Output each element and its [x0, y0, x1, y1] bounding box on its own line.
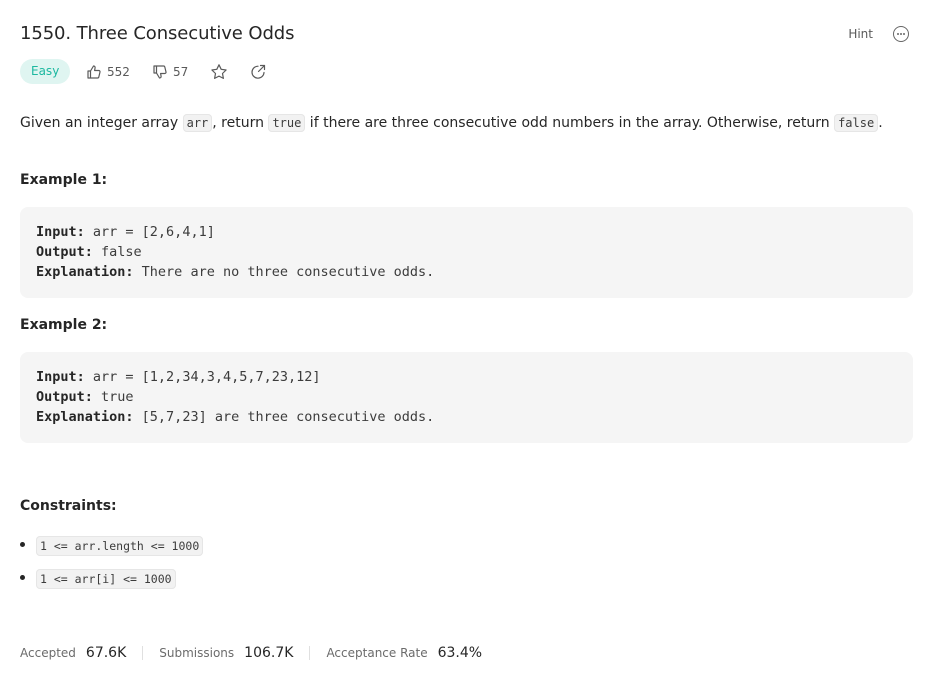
hint-button[interactable]: Hint: [848, 26, 873, 42]
share-icon[interactable]: [249, 63, 267, 81]
acceptance-rate-value: 63.4%: [437, 645, 483, 661]
inline-code: false: [834, 114, 879, 132]
accepted-stat: Accepted 67.6K: [20, 645, 126, 661]
list-item: 1 <= arr.length <= 1000: [20, 535, 204, 556]
output-value: true: [92, 389, 134, 405]
acceptance-rate-stat: Acceptance Rate 63.4%: [326, 645, 482, 661]
input-label: Input:: [36, 224, 85, 240]
explanation-value: [5,7,23] are three consecutive odds.: [133, 409, 435, 425]
explanation-value: There are no three consecutive odds.: [133, 264, 435, 280]
explanation-label: Explanation:: [36, 409, 134, 425]
output-label: Output:: [36, 244, 93, 260]
thumbs-down-icon: [153, 65, 167, 79]
dislike-button[interactable]: 57: [152, 63, 188, 81]
desc-text: Given an integer array: [20, 115, 183, 131]
constraints-title: Constraints:: [20, 498, 117, 514]
constraints-list: 1 <= arr.length <= 1000 1 <= arr[i] <= 1…: [20, 535, 204, 601]
input-value: arr = [1,2,34,3,4,5,7,23,12]: [84, 369, 321, 385]
inline-code: true: [268, 114, 306, 132]
input-value: arr = [2,6,4,1]: [84, 224, 215, 240]
like-button[interactable]: 552: [86, 63, 130, 81]
problem-meta: Easy 552 57: [20, 59, 420, 85]
inline-code: arr: [182, 114, 213, 132]
example-1-title: Example 1:: [20, 172, 108, 188]
input-label: Input:: [36, 369, 85, 385]
explanation-label: Explanation:: [36, 264, 134, 280]
output-value: false: [92, 244, 142, 260]
star-icon[interactable]: [210, 63, 228, 81]
acceptance-rate-label: Acceptance Rate: [326, 646, 428, 660]
dislike-count: 57: [173, 65, 189, 79]
submissions-label: Submissions: [159, 646, 235, 660]
example-1-block: Input: arr = [2,6,4,1] Output: false Exp…: [20, 207, 913, 298]
accepted-label: Accepted: [20, 646, 76, 660]
constraint-code: 1 <= arr.length <= 1000: [36, 536, 204, 556]
difficulty-badge: Easy: [20, 59, 71, 84]
submissions-stat: Submissions 106.7K: [159, 645, 293, 661]
desc-text: , return: [212, 115, 269, 131]
stats-footer: Accepted 67.6K Submissions 106.7K Accept…: [20, 642, 482, 664]
problem-title: 1550. Three Consecutive Odds: [20, 23, 295, 44]
example-2-title: Example 2:: [20, 317, 108, 333]
thumbs-up-icon: [87, 65, 101, 79]
problem-description: Given an integer array arr, return true …: [20, 113, 913, 133]
desc-text: if there are three consecutive odd numbe…: [305, 115, 835, 131]
divider: [309, 646, 311, 660]
more-options-icon[interactable]: [893, 26, 909, 42]
desc-text: .: [878, 115, 883, 131]
divider: [142, 646, 144, 660]
constraint-code: 1 <= arr[i] <= 1000: [36, 569, 176, 589]
example-2-block: Input: arr = [1,2,34,3,4,5,7,23,12] Outp…: [20, 352, 913, 443]
problem-header: 1550. Three Consecutive Odds Hint: [20, 22, 913, 48]
output-label: Output:: [36, 389, 93, 405]
list-item: 1 <= arr[i] <= 1000: [20, 568, 203, 589]
accepted-value: 67.6K: [85, 645, 127, 661]
like-count: 552: [107, 65, 130, 79]
submissions-value: 106.7K: [244, 645, 294, 661]
